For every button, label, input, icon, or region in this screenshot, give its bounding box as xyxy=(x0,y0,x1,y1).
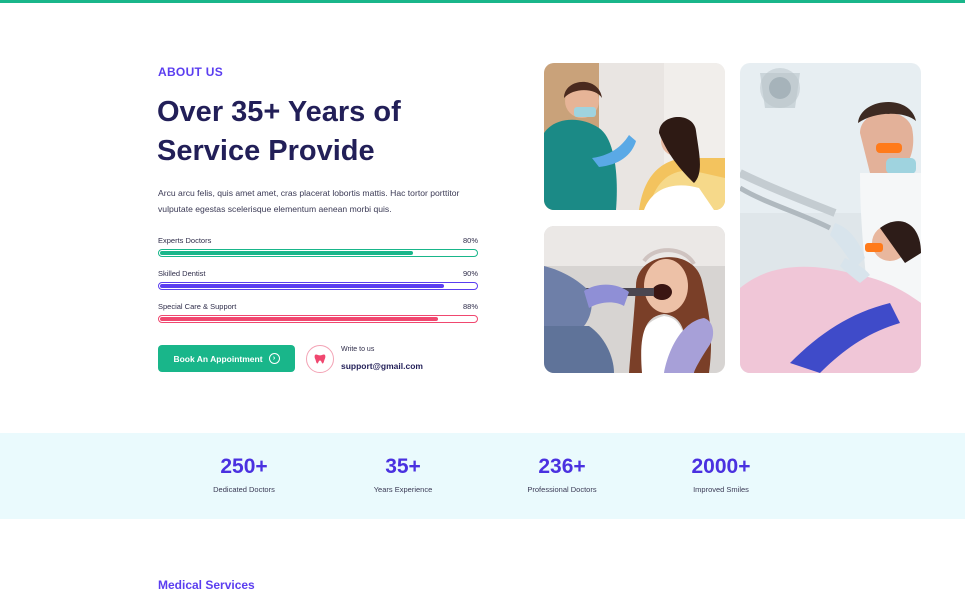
stat-label: Years Experience xyxy=(373,485,433,494)
page-title: Over 35+ Years of Service Provide xyxy=(157,93,487,171)
skill-percent: 80% xyxy=(462,236,478,245)
headline-line-1: Over 35+ Years of xyxy=(157,96,401,128)
skill-special-care: Special Care & Support 88% xyxy=(158,301,478,323)
tooth-icon xyxy=(306,345,334,373)
about-description: Arcu arcu felis, quis amet amet, cras pl… xyxy=(158,188,460,214)
stat-label: Dedicated Doctors xyxy=(213,485,275,494)
book-appointment-button[interactable]: Book An Appointment › xyxy=(158,345,295,372)
arrow-right-circle-icon: › xyxy=(268,353,280,364)
headline-line-2: Service Provide xyxy=(157,135,375,167)
dentist-treatment-photo xyxy=(740,63,921,373)
stat-number: 236+ xyxy=(538,455,586,478)
book-appointment-label: Book An Appointment xyxy=(173,353,263,364)
stat-number: 35+ xyxy=(385,455,421,478)
skill-experts-doctors: Experts Doctors 80% xyxy=(158,235,478,257)
stat-number: 2000+ xyxy=(691,455,751,478)
stat-professional-doctors: 236+ Professional Doctors xyxy=(482,455,642,494)
services-section-title: Medical Services xyxy=(158,578,255,592)
contact-email-link[interactable]: support@gmail.com xyxy=(341,361,423,371)
patient-open-mouth-photo xyxy=(544,226,725,373)
contact-label: Write to us xyxy=(341,346,375,353)
progress-track xyxy=(158,282,478,290)
progress-fill xyxy=(160,251,413,255)
stat-improved-smiles: 2000+ Improved Smiles xyxy=(641,455,801,494)
stat-dedicated-doctors: 250+ Dedicated Doctors xyxy=(164,455,324,494)
skill-skilled-dentist: Skilled Dentist 90% xyxy=(158,268,478,290)
stat-label: Professional Doctors xyxy=(527,485,597,494)
skill-label: Skilled Dentist xyxy=(158,269,206,278)
stat-years-experience: 35+ Years Experience xyxy=(323,455,483,494)
stats-band: 250+ Dedicated Doctors 35+ Years Experie… xyxy=(0,433,965,519)
skill-label: Special Care & Support xyxy=(158,302,237,311)
progress-fill xyxy=(160,284,445,288)
progress-track xyxy=(158,249,478,257)
stat-label: Improved Smiles xyxy=(693,485,749,494)
skill-label: Experts Doctors xyxy=(158,236,212,245)
skill-percent: 88% xyxy=(462,302,478,311)
top-accent-bar xyxy=(0,0,965,3)
progress-track xyxy=(158,315,478,323)
dentist-examining-patient-photo xyxy=(544,63,725,210)
stat-number: 250+ xyxy=(220,455,268,478)
section-eyebrow: ABOUT US xyxy=(158,65,224,79)
progress-fill xyxy=(160,317,439,321)
skill-percent: 90% xyxy=(462,269,478,278)
